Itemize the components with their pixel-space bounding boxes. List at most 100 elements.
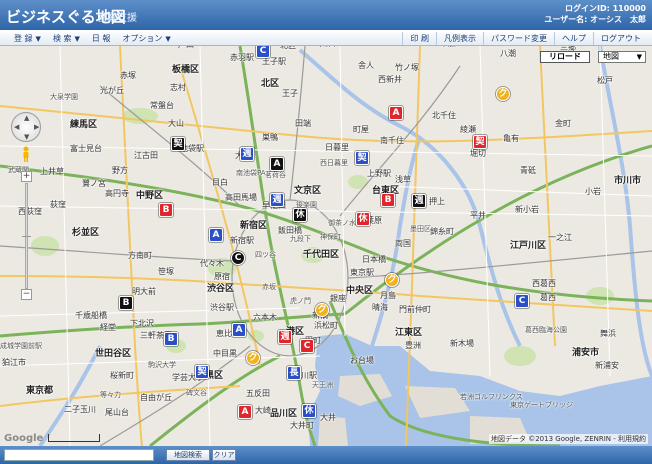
user-name: ユーザー名: オーシス 太郎 <box>544 15 646 24</box>
map-marker[interactable]: B <box>119 296 133 310</box>
search-footer: 地図検索 クリア <box>0 446 652 464</box>
map-label: 北千住 <box>432 111 456 120</box>
map-marker[interactable]: B <box>159 203 173 217</box>
map-label: 市川市 <box>614 176 642 186</box>
map-marker[interactable]: 長 <box>287 366 301 380</box>
map-marker[interactable]: C <box>300 339 314 353</box>
map-marker[interactable]: C <box>515 294 529 308</box>
map-marker[interactable]: 休 <box>293 208 307 222</box>
map-marker[interactable]: 週 <box>240 147 254 161</box>
map-label: 自由が丘 <box>140 393 172 402</box>
map-label: お台場 <box>350 356 374 365</box>
clear-button[interactable]: クリア <box>212 449 236 461</box>
scale-bar <box>48 434 100 442</box>
map-marker[interactable]: A <box>270 157 284 171</box>
map-marker[interactable]: C <box>256 46 270 58</box>
map-marker[interactable]: A <box>232 323 246 337</box>
map-copyright[interactable]: 地図データ ©2013 Google, ZENRIN - 利用規約 <box>489 434 648 444</box>
map-marker[interactable]: 契 <box>355 151 369 165</box>
map-label: 渋谷駅 <box>210 303 234 312</box>
menu-right-item-2[interactable]: パスワード変更 <box>483 32 554 45</box>
zoom-out-button[interactable]: − <box>21 289 32 300</box>
map-label: 南千住 <box>380 136 404 145</box>
address-search-input[interactable] <box>4 449 154 461</box>
map-label: 西新井 <box>378 75 402 84</box>
pegman-icon[interactable] <box>21 146 31 162</box>
map-label: 新小岩 <box>515 205 539 214</box>
map-label: 大井 <box>320 413 336 422</box>
map-search-button[interactable]: 地図検索 <box>166 449 210 461</box>
map-label: 草加 <box>440 46 456 49</box>
map-label: 中央区 <box>346 286 374 296</box>
map-marker[interactable]: ク <box>246 351 260 365</box>
menu-item-0[interactable]: 登 録 ▼ <box>8 32 47 45</box>
menu-right-item-4[interactable]: ログアウト <box>593 32 648 45</box>
map-label: 赤羽駅 <box>230 53 254 62</box>
map-marker[interactable]: 契 <box>171 137 185 151</box>
map-marker[interactable]: A <box>389 106 403 120</box>
map-marker[interactable]: 契 <box>473 135 487 149</box>
map-label: 西日暮里 <box>320 159 348 167</box>
menu-item-2[interactable]: 日 報 <box>86 32 117 45</box>
map-label: 墨田区 <box>410 225 431 233</box>
map-marker[interactable]: 休 <box>356 212 370 226</box>
map-label: 月島 <box>380 291 396 300</box>
map-label: 成城学園前駅 <box>0 342 42 350</box>
map-label: 駒沢大学 <box>148 361 176 369</box>
pan-left-icon[interactable]: ◀ <box>14 123 19 131</box>
map-marker[interactable]: ク <box>385 273 399 287</box>
map-label: 大泉学園 <box>50 93 78 101</box>
map-label: 北区 <box>261 79 280 89</box>
map-label: 原宿 <box>214 272 230 281</box>
map-label: 天王洲 <box>312 381 333 389</box>
menu-right-item-1[interactable]: 凡例表示 <box>436 32 483 45</box>
map-label: 代々木 <box>200 259 224 268</box>
map-label: 平井 <box>470 211 486 220</box>
pan-right-icon[interactable]: ▶ <box>34 123 39 131</box>
map-label: 練馬区 <box>70 120 98 130</box>
map-view[interactable]: 板橋区 北区 練馬区 中野区 杉並区 新宿区 文京区 台東区 千代田区 中央区 渋谷区 港区 江東区 江戸… <box>0 46 652 446</box>
map-label: 門前仲町 <box>399 305 431 314</box>
map-label: 茗荷谷 <box>265 171 286 179</box>
reload-button[interactable]: リロード <box>540 51 590 63</box>
map-marker[interactable]: A <box>209 228 223 242</box>
menu-item-3[interactable]: オプション ▼ <box>116 32 176 45</box>
map-marker[interactable]: A <box>238 405 252 419</box>
map-label: 錦糸町 <box>430 227 454 236</box>
map-marker[interactable]: 週 <box>412 194 426 208</box>
map-marker[interactable]: 休 <box>302 404 316 418</box>
map-label: 舎人 <box>358 61 374 70</box>
map-label: 碑文谷 <box>186 389 207 397</box>
map-label: 両国 <box>395 239 411 248</box>
menu-right-item-3[interactable]: ヘルプ <box>554 32 593 45</box>
map-label: 町屋 <box>353 125 369 134</box>
map-marker[interactable]: B <box>164 332 178 346</box>
menu-item-label: オプション <box>122 34 163 43</box>
map-label: 野方 <box>112 166 128 175</box>
menu-right: 印 刷凡例表示 パスワード変更 ヘルプ ログアウト <box>402 32 648 45</box>
map-marker[interactable]: 週 <box>270 193 284 207</box>
zoom-in-button[interactable]: + <box>21 171 32 182</box>
map-label: 小岩 <box>585 187 601 196</box>
map-label: 鷺ノ宮 <box>82 179 106 188</box>
map-marker[interactable]: ク <box>496 87 510 101</box>
map-marker[interactable]: C <box>231 251 245 265</box>
pan-up-icon[interactable]: ▲ <box>24 114 29 122</box>
menu-right-item-0[interactable]: 印 刷 <box>402 32 436 45</box>
login-id: ログインID: 110000 <box>565 4 646 13</box>
map-type-select[interactable]: 地図 ▼ <box>598 51 646 63</box>
map-marker[interactable]: ク <box>315 303 329 317</box>
google-logo: Google <box>4 433 44 444</box>
map-marker[interactable]: B <box>381 193 395 207</box>
map-label: 等々力 <box>100 391 121 399</box>
menu-item-1[interactable]: 検 索 ▼ <box>47 32 86 45</box>
pan-down-icon[interactable]: ▼ <box>24 133 29 141</box>
map-label: 明大前 <box>132 287 156 296</box>
map-marker[interactable]: 週 <box>278 330 292 344</box>
map-label: 堀切 <box>470 149 486 158</box>
zoom-handle[interactable] <box>22 236 31 237</box>
pan-control[interactable]: ▲ ▼ ◀ ▶ <box>11 112 41 142</box>
map-label: 下北沢 <box>130 319 154 328</box>
map-label: 文京区 <box>294 186 322 196</box>
map-marker[interactable]: 契 <box>195 365 209 379</box>
